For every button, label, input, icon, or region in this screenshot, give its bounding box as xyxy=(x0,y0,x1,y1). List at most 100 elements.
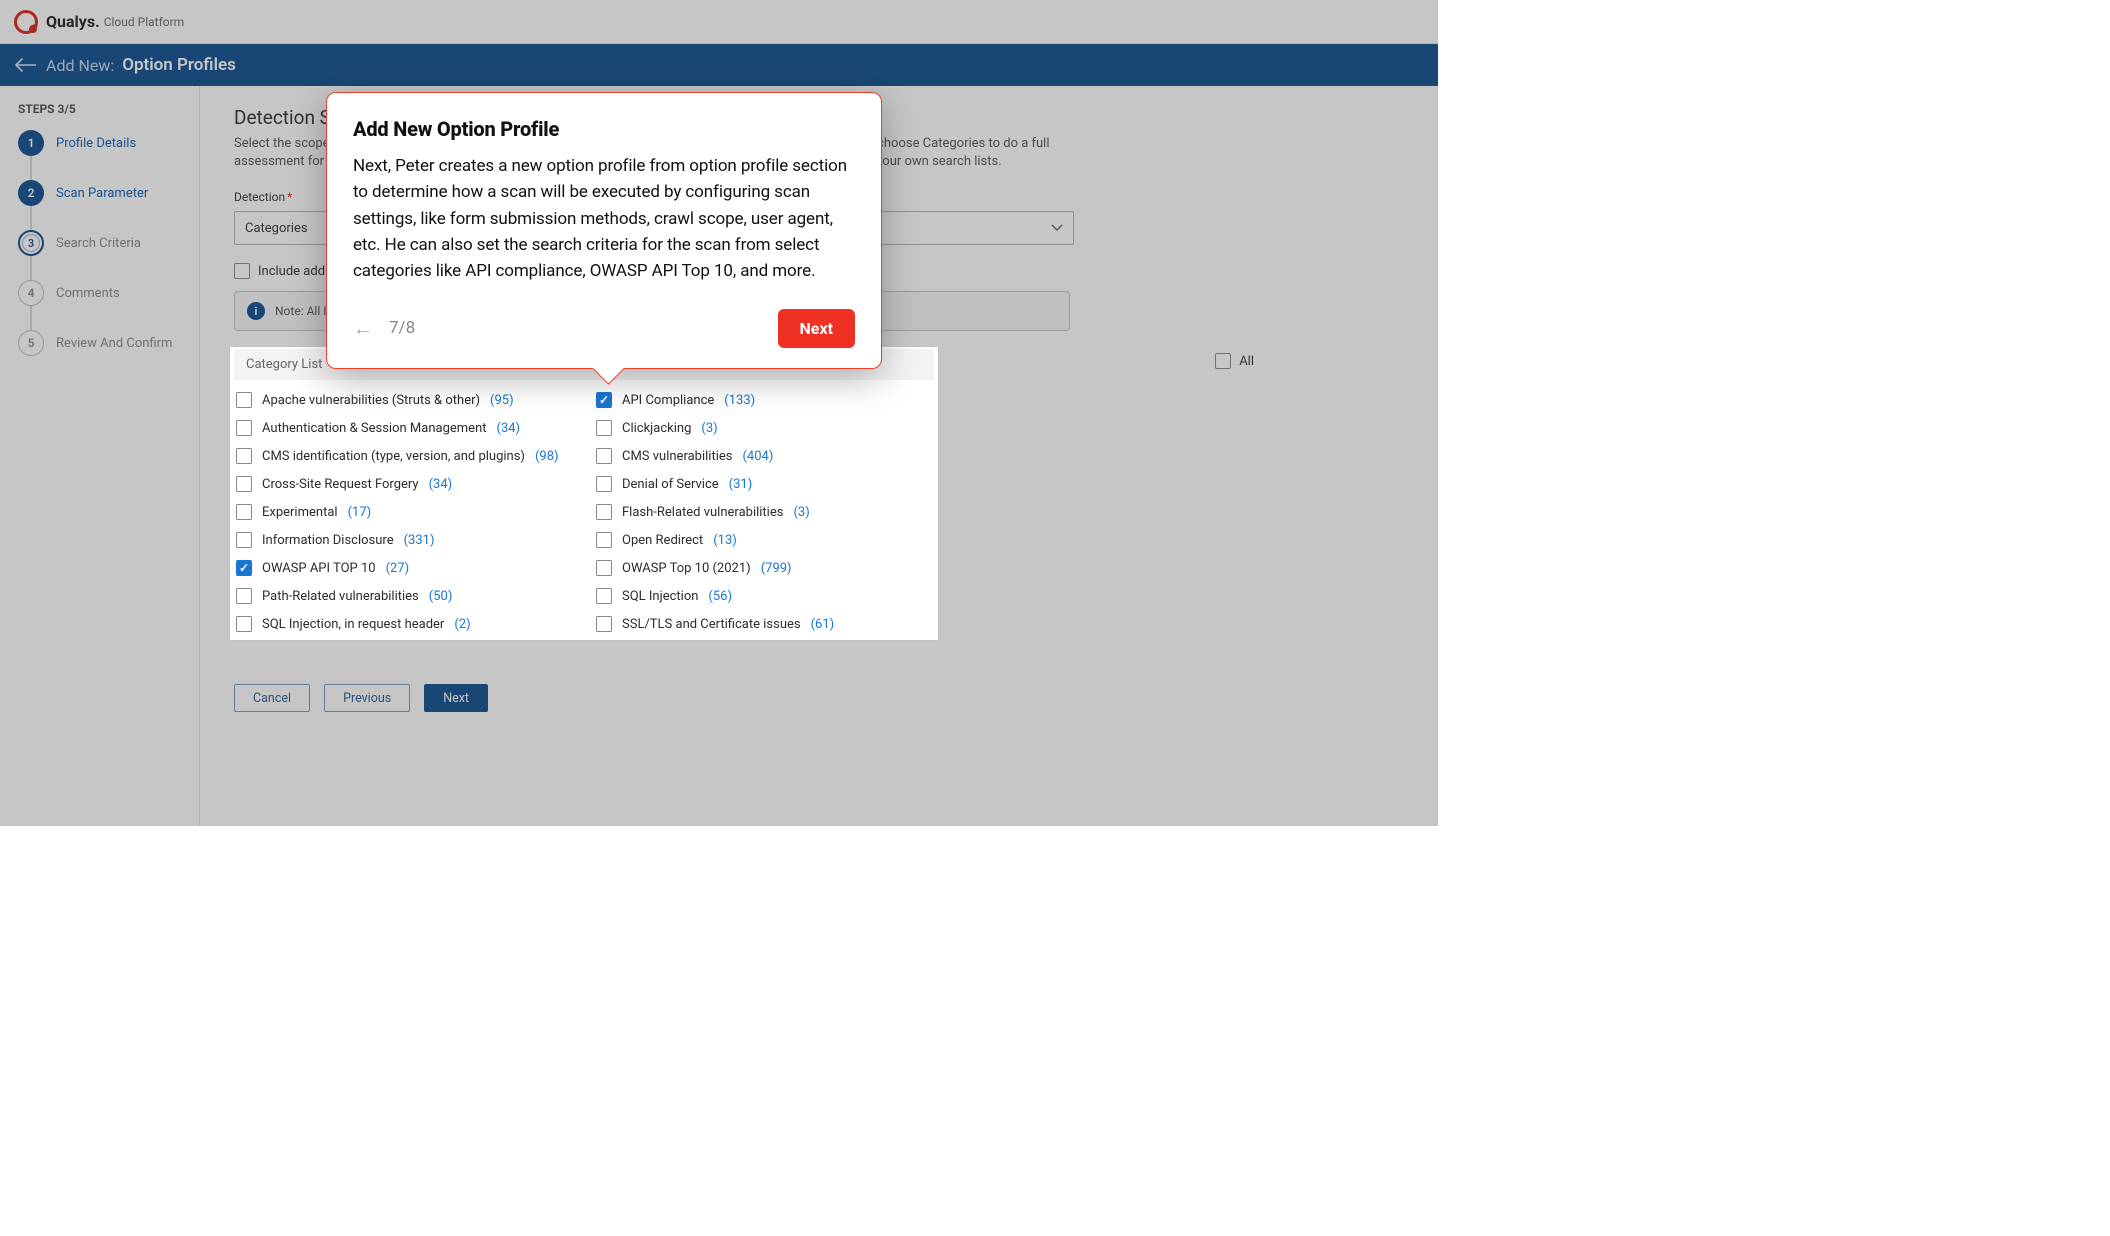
category-item[interactable]: SQL Injection (56) xyxy=(596,588,932,604)
step-search-criteria[interactable]: 3 Search Criteria xyxy=(18,230,185,256)
category-item[interactable]: CMS identification (type, version, and p… xyxy=(236,448,572,464)
spotlight-cutout: Category List Apache vulnerabilities (St… xyxy=(230,347,938,640)
category-name: CMS identification (type, version, and p… xyxy=(262,449,525,464)
tour-back-arrow-icon[interactable]: ← xyxy=(353,316,373,341)
category-item[interactable]: Clickjacking (3) xyxy=(596,420,932,436)
category-name: Clickjacking xyxy=(622,421,691,436)
step-scan-parameter[interactable]: 2 Scan Parameter xyxy=(18,180,185,206)
brand-sub: Cloud Platform xyxy=(104,15,184,29)
step-label: Scan Parameter xyxy=(56,186,148,201)
step-label: Search Criteria xyxy=(56,236,141,251)
category-count: (31) xyxy=(729,477,753,492)
category-item[interactable]: Open Redirect (13) xyxy=(596,532,932,548)
category-all-checkbox[interactable] xyxy=(1215,353,1231,369)
category-checkbox[interactable] xyxy=(596,448,612,464)
steps-count: STEPS 3/5 xyxy=(18,102,185,116)
category-item[interactable]: CMS vulnerabilities (404) xyxy=(596,448,932,464)
category-checkbox[interactable] xyxy=(236,476,252,492)
category-item[interactable]: SSL/TLS and Certificate issues (61) xyxy=(596,616,932,632)
category-count: (27) xyxy=(386,561,410,576)
category-count: (3) xyxy=(793,505,809,520)
step-number-icon: 2 xyxy=(18,180,44,206)
category-item[interactable]: Path-Related vulnerabilities (50) xyxy=(236,588,572,604)
category-checkbox[interactable] xyxy=(596,588,612,604)
brand-name: Qualys. xyxy=(46,12,100,31)
category-name: Path-Related vulnerabilities xyxy=(262,589,419,604)
category-checkbox[interactable] xyxy=(236,504,252,520)
step-number-icon: 1 xyxy=(18,130,44,156)
step-comments[interactable]: 4 Comments xyxy=(18,280,185,306)
category-name: SSL/TLS and Certificate issues xyxy=(622,617,801,632)
category-name: SQL Injection, in request header xyxy=(262,617,444,632)
category-count: (2) xyxy=(454,617,470,632)
category-item[interactable]: OWASP API TOP 10 (27) xyxy=(236,560,572,576)
category-item[interactable]: Flash-Related vulnerabilities (3) xyxy=(596,504,932,520)
category-count: (98) xyxy=(535,449,559,464)
category-all-label: All xyxy=(1239,354,1254,369)
category-item[interactable]: Information Disclosure (331) xyxy=(236,532,572,548)
brand-bar: Qualys. Cloud Platform xyxy=(0,0,1438,44)
tour-popup-title: Add New Option Profile xyxy=(353,117,855,141)
category-checkbox[interactable] xyxy=(596,616,612,632)
tour-popup: Add New Option Profile Next, Peter creat… xyxy=(326,92,882,369)
category-item[interactable]: Apache vulnerabilities (Struts & other) … xyxy=(236,392,572,408)
step-label: Profile Details xyxy=(56,136,136,151)
category-count: (95) xyxy=(490,393,514,408)
category-checkbox[interactable] xyxy=(236,532,252,548)
category-item[interactable]: Denial of Service (31) xyxy=(596,476,932,492)
cancel-button[interactable]: Cancel xyxy=(234,684,310,712)
category-name: OWASP API TOP 10 xyxy=(262,561,376,576)
category-checkbox[interactable] xyxy=(596,560,612,576)
category-checkbox[interactable] xyxy=(596,504,612,520)
header-title: Option Profiles xyxy=(122,55,236,75)
category-name: API Compliance xyxy=(622,393,714,408)
category-name: Authentication & Session Management xyxy=(262,421,487,436)
category-item[interactable]: Authentication & Session Management (34) xyxy=(236,420,572,436)
step-profile-details[interactable]: 1 Profile Details xyxy=(18,130,185,156)
back-arrow-icon[interactable] xyxy=(14,54,36,76)
category-item[interactable]: OWASP Top 10 (2021) (799) xyxy=(596,560,932,576)
category-name: CMS vulnerabilities xyxy=(622,449,732,464)
step-number-icon: 3 xyxy=(18,230,44,256)
next-button[interactable]: Next xyxy=(424,684,488,712)
header-addnew: Add New: xyxy=(46,56,114,75)
category-name: Flash-Related vulnerabilities xyxy=(622,505,783,520)
category-count: (13) xyxy=(713,533,737,548)
category-checkbox[interactable] xyxy=(236,588,252,604)
category-item[interactable]: API Compliance (133) xyxy=(596,392,932,408)
category-checkbox[interactable] xyxy=(236,560,252,576)
category-checkbox[interactable] xyxy=(596,392,612,408)
category-count: (17) xyxy=(348,505,372,520)
category-checkbox[interactable] xyxy=(236,616,252,632)
tour-next-button[interactable]: Next xyxy=(778,309,855,348)
category-name: SQL Injection xyxy=(622,589,698,604)
category-name: Denial of Service xyxy=(622,477,719,492)
previous-button[interactable]: Previous xyxy=(324,684,410,712)
category-count: (34) xyxy=(429,477,453,492)
category-checkbox[interactable] xyxy=(236,420,252,436)
category-count: (34) xyxy=(497,421,521,436)
category-checkbox[interactable] xyxy=(236,392,252,408)
category-item[interactable]: Experimental (17) xyxy=(236,504,572,520)
category-count: (3) xyxy=(701,421,717,436)
step-number-icon: 5 xyxy=(18,330,44,356)
category-name: Information Disclosure xyxy=(262,533,394,548)
page-header: Add New: Option Profiles xyxy=(0,44,1438,86)
step-review-confirm[interactable]: 5 Review And Confirm xyxy=(18,330,185,356)
category-checkbox[interactable] xyxy=(596,532,612,548)
category-name: Open Redirect xyxy=(622,533,703,548)
category-checkbox[interactable] xyxy=(596,476,612,492)
category-item[interactable]: SQL Injection, in request header (2) xyxy=(236,616,572,632)
category-item[interactable]: Cross-Site Request Forgery (34) xyxy=(236,476,572,492)
step-label: Comments xyxy=(56,286,120,301)
steps-sidebar: STEPS 3/5 1 Profile Details 2 Scan Param… xyxy=(0,86,200,826)
category-checkbox[interactable] xyxy=(236,448,252,464)
detection-select-value: Categories xyxy=(245,221,308,236)
info-icon: i xyxy=(247,302,265,320)
include-xss-checkbox[interactable] xyxy=(234,263,250,279)
step-number-icon: 4 xyxy=(18,280,44,306)
category-count: (799) xyxy=(761,561,792,576)
category-checkbox[interactable] xyxy=(596,420,612,436)
category-name: Experimental xyxy=(262,505,338,520)
detection-label: Detection* xyxy=(234,190,292,204)
